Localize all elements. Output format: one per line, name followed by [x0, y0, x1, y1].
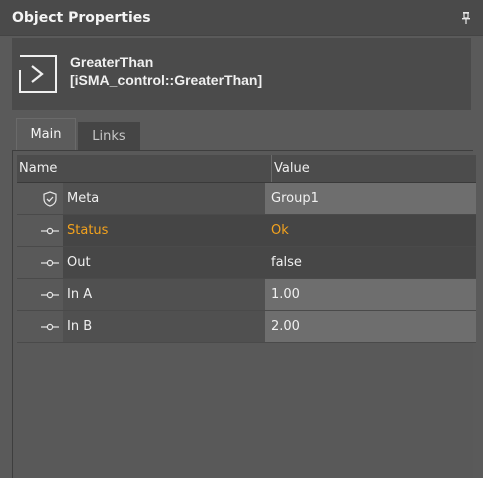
- row-value[interactable]: 2.00: [265, 311, 476, 342]
- tab-bar: Main Links: [12, 118, 471, 150]
- row-name: In A: [63, 279, 265, 310]
- column-header-name[interactable]: Name: [19, 155, 57, 182]
- panel-title: Object Properties: [12, 9, 151, 26]
- object-name: GreaterThan: [70, 54, 154, 70]
- table-row-out[interactable]: Out false: [17, 247, 476, 279]
- row-name: In B: [63, 311, 265, 342]
- tab-links[interactable]: Links: [78, 122, 140, 150]
- slot-icon: [37, 311, 63, 342]
- properties-table: Name Value Meta Group1 Status Ok Out fal…: [17, 155, 476, 343]
- row-value[interactable]: 1.00: [265, 279, 476, 310]
- properties-panel: Name Value Meta Group1 Status Ok Out fal…: [12, 150, 476, 478]
- object-type: [iSMA_control::GreaterThan]: [70, 72, 263, 88]
- tab-main[interactable]: Main: [16, 118, 76, 150]
- slot-icon: [37, 279, 63, 310]
- slot-icon: [37, 247, 63, 278]
- slot-icon: [37, 215, 63, 246]
- row-value[interactable]: Ok: [265, 215, 476, 246]
- object-header: GreaterThan [iSMA_control::GreaterThan]: [12, 38, 471, 110]
- row-name: Meta: [63, 183, 265, 214]
- shield-check-icon: [37, 183, 63, 214]
- table-row-status[interactable]: Status Ok: [17, 215, 476, 247]
- pin-icon[interactable]: [453, 5, 479, 31]
- row-name: Status: [63, 215, 265, 246]
- table-row-in-a[interactable]: In A 1.00: [17, 279, 476, 311]
- column-header-value[interactable]: Value: [271, 155, 310, 182]
- panel-titlebar: Object Properties: [0, 0, 483, 36]
- greater-than-icon: [19, 55, 57, 93]
- row-name: Out: [63, 247, 265, 278]
- table-row-meta[interactable]: Meta Group1: [17, 183, 476, 215]
- row-value[interactable]: Group1: [265, 183, 476, 214]
- table-row-in-b[interactable]: In B 2.00: [17, 311, 476, 343]
- table-header: Name Value: [17, 155, 476, 183]
- row-value[interactable]: false: [265, 247, 476, 278]
